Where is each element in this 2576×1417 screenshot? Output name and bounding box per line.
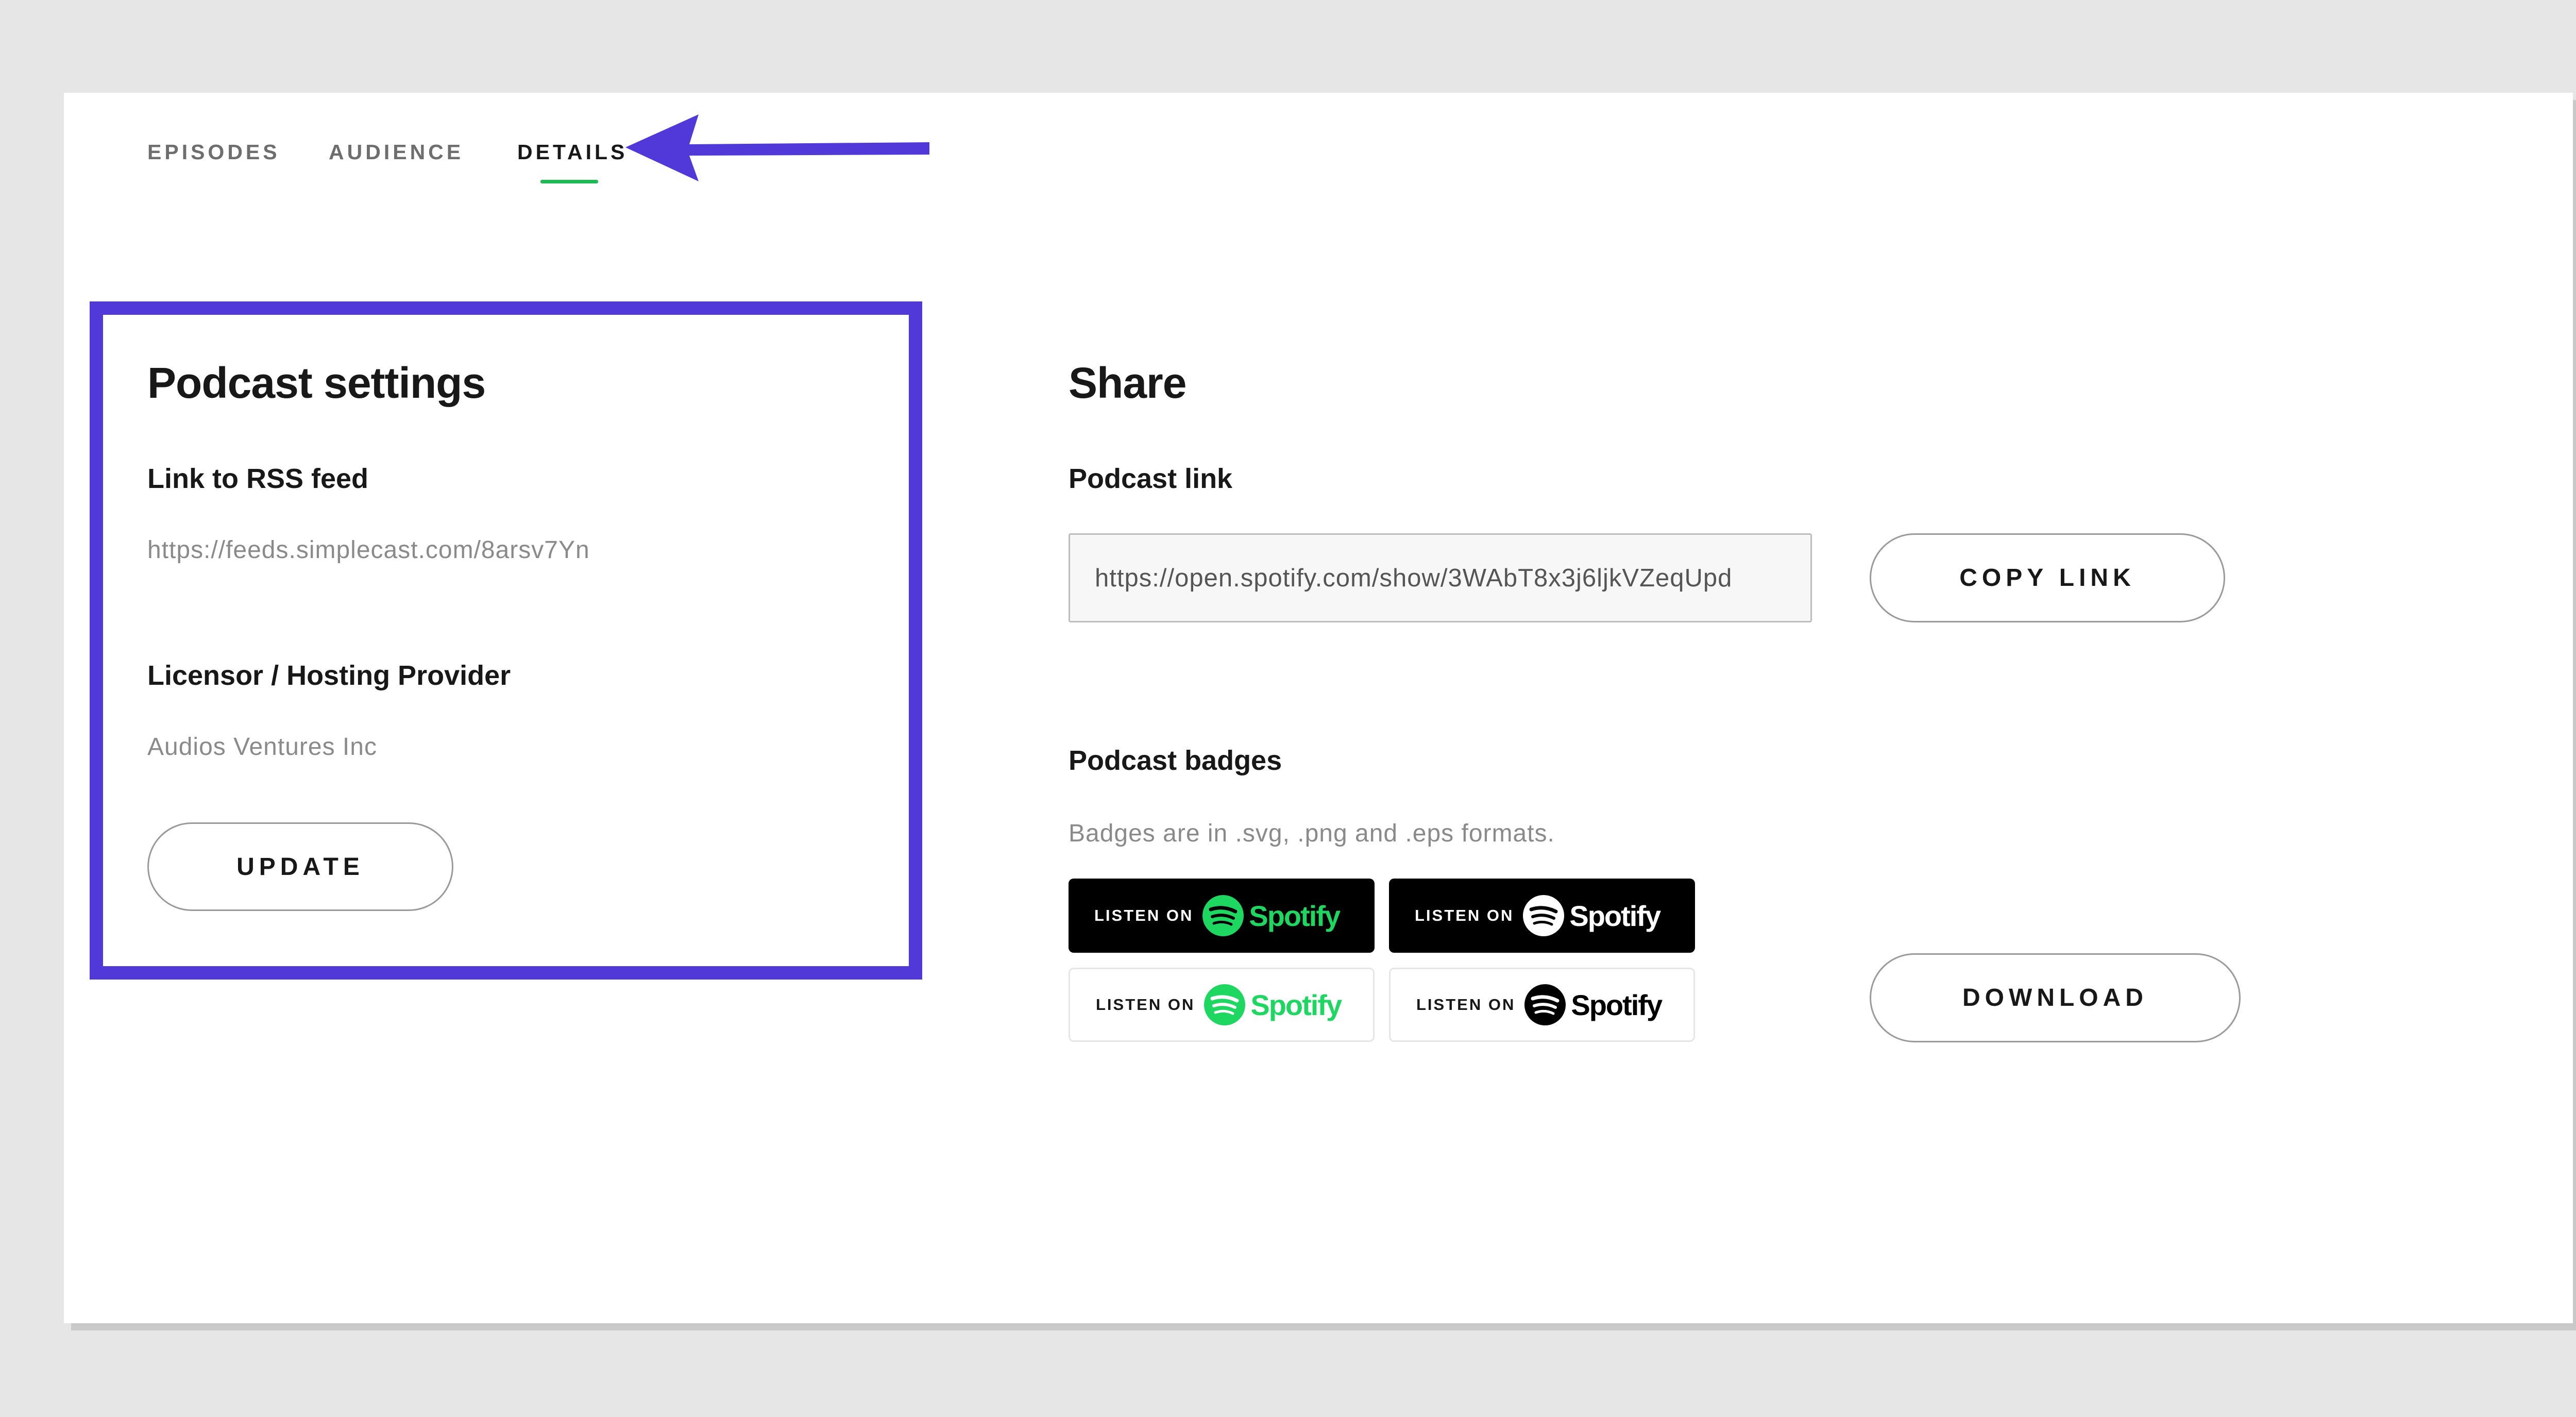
rss-feed-label: Link to RSS feed — [147, 463, 369, 494]
active-tab-indicator — [540, 180, 598, 183]
badge-listen-on-label: LISTEN ON — [1415, 906, 1514, 924]
badge-black-white[interactable]: LISTEN ON Spotify — [1389, 879, 1695, 953]
rss-feed-value: https://feeds.simplecast.com/8arsv7Yn — [147, 536, 590, 564]
badge-listen-on-label: LISTEN ON — [1096, 996, 1195, 1014]
tab-audience[interactable]: AUDIENCE — [329, 140, 464, 164]
spotify-logo-icon — [1524, 984, 1566, 1025]
badge-listen-on-label: LISTEN ON — [1094, 906, 1194, 924]
details-panel: EPISODES AUDIENCE DETAILS Podcast settin… — [64, 93, 2573, 1323]
licensor-value: Audios Ventures Inc — [147, 733, 377, 761]
badges-formats-note: Badges are in .svg, .png and .eps format… — [1069, 820, 1555, 847]
podcast-badges-label: Podcast badges — [1069, 745, 1282, 776]
tab-details[interactable]: DETAILS — [517, 140, 628, 164]
badge-white-black[interactable]: LISTEN ON Spotify — [1389, 968, 1695, 1042]
podcast-link-label: Podcast link — [1069, 463, 1233, 494]
badge-spotify-wordmark: Spotify — [1249, 899, 1341, 932]
badge-spotify-wordmark: Spotify — [1250, 988, 1342, 1021]
badge-spotify-wordmark: Spotify — [1571, 988, 1663, 1021]
share-title: Share — [1069, 359, 1187, 407]
tab-episodes[interactable]: EPISODES — [147, 140, 280, 164]
badge-white-green[interactable]: LISTEN ON Spotify — [1069, 968, 1375, 1042]
download-button[interactable]: DOWNLOAD — [1870, 953, 2241, 1042]
badge-spotify-wordmark: Spotify — [1569, 899, 1661, 932]
podcast-settings-title: Podcast settings — [147, 359, 486, 407]
copy-link-button[interactable]: COPY LINK — [1870, 533, 2225, 622]
podcast-link-input[interactable] — [1069, 533, 1812, 622]
spotify-logo-icon — [1202, 895, 1244, 936]
licensor-label: Licensor / Hosting Provider — [147, 660, 511, 691]
update-button[interactable]: UPDATE — [147, 822, 453, 911]
badge-black-green[interactable]: LISTEN ON Spotify — [1069, 879, 1375, 953]
arrow-annotation-icon — [625, 114, 929, 181]
spotify-logo-icon — [1204, 984, 1246, 1025]
spotify-logo-icon — [1523, 895, 1565, 936]
badge-listen-on-label: LISTEN ON — [1416, 996, 1516, 1014]
